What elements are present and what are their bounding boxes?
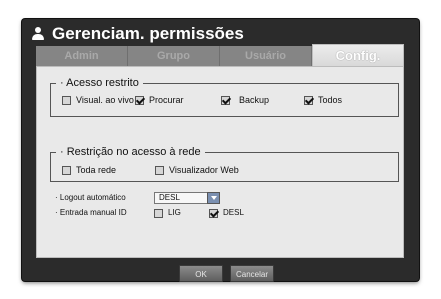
restricted-access-legend: · Acesso restrito	[56, 76, 143, 90]
auto-logout-select[interactable]: DESL	[154, 192, 220, 204]
checkbox-box	[62, 95, 71, 105]
tab-admin[interactable]: Admin	[36, 46, 128, 66]
checkbox-box	[155, 165, 164, 175]
checkbox-label: Procurar	[149, 95, 184, 105]
tab-bar: Admin Grupo Usuário Config.	[36, 44, 404, 66]
network-restriction-legend: · Restrição no acesso à rede	[56, 145, 205, 159]
checkbox-label: Toda rede	[76, 165, 117, 175]
checkbox-label: DESL	[223, 208, 244, 217]
checkbox-box	[304, 95, 313, 105]
cancel-button[interactable]: Cancelar	[230, 265, 274, 282]
checkbox-box	[62, 165, 71, 175]
auto-logout-label: · Logout automático	[55, 193, 126, 202]
tab-config-label: Config.	[335, 48, 381, 63]
checkbox-label: Backup	[239, 95, 270, 105]
checkbox-search[interactable]: Procurar	[135, 94, 184, 106]
checkbox-label: Visualizador Web	[169, 165, 239, 175]
checkbox-manual-id-on[interactable]: LIG	[154, 207, 181, 219]
checkbox-box	[209, 208, 218, 218]
checkbox-backup[interactable]: Backup	[221, 94, 269, 106]
checkbox-all[interactable]: Todos	[304, 94, 342, 106]
ok-button[interactable]: OK	[179, 265, 223, 282]
chevron-down-icon[interactable]	[207, 192, 220, 204]
checkbox-manual-id-off[interactable]: DESL	[209, 207, 244, 219]
tab-usuario[interactable]: Usuário	[220, 46, 312, 66]
tab-grupo[interactable]: Grupo	[128, 46, 220, 66]
manual-id-label: · Entrada manual ID	[55, 208, 127, 217]
auto-logout-value: DESL	[159, 193, 180, 202]
dialog-title: Gerenciam. permissões	[31, 22, 244, 46]
checkbox-label: LIG	[168, 208, 181, 217]
checkbox-label: Todos	[318, 95, 343, 105]
checkbox-live-view[interactable]: Visual. ao vivo	[62, 94, 134, 106]
checkbox-box	[135, 95, 144, 105]
checkbox-label: Visual. ao vivo	[76, 95, 134, 105]
checkbox-web-viewer[interactable]: Visualizador Web	[155, 164, 239, 176]
checkbox-whole-network[interactable]: Toda rede	[62, 164, 116, 176]
checkbox-box	[221, 95, 230, 105]
checkbox-box	[154, 208, 163, 218]
dialog-title-text: Gerenciam. permissões	[52, 24, 244, 43]
user-icon	[31, 27, 45, 41]
tab-config[interactable]: Config.	[312, 44, 404, 66]
